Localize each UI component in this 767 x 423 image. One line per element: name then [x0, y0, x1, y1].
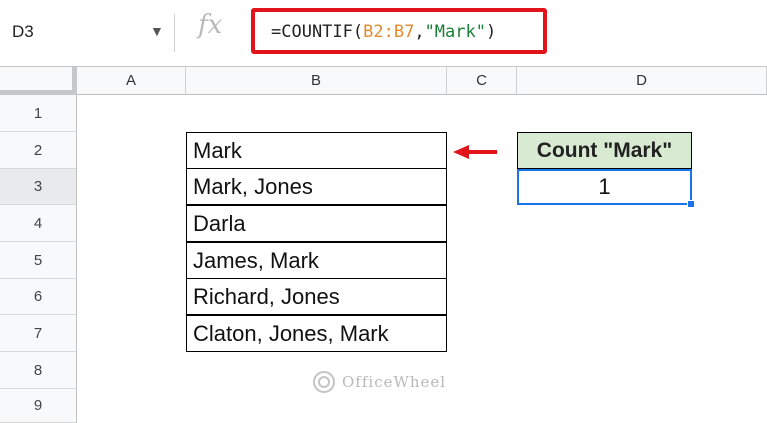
cell-d2-count-header[interactable]: Count "Mark"	[517, 132, 692, 169]
cell-b2[interactable]: Mark	[186, 132, 447, 169]
row-header-8[interactable]: 8	[0, 352, 77, 389]
watermark: OfficeWheel	[312, 370, 446, 394]
column-header-a[interactable]: A	[77, 67, 186, 95]
name-box[interactable]: D3 ▼	[0, 14, 175, 52]
dropdown-caret-icon[interactable]: ▼	[150, 23, 164, 39]
row-header-7[interactable]: 7	[0, 315, 77, 352]
officewheel-logo-icon	[313, 371, 335, 393]
formula-text: =COUNTIF(B2:B7,"Mark")	[271, 22, 496, 42]
formula-bar: D3 ▼ fx =COUNTIF(B2:B7,"Mark")	[0, 0, 767, 67]
formula-prefix: =COUNTIF(	[271, 22, 364, 42]
cell-b3[interactable]: Mark, Jones	[186, 168, 447, 205]
formula-criteria: "Mark"	[424, 22, 486, 42]
row-header-9[interactable]: 9	[0, 389, 77, 423]
column-header-b[interactable]: B	[186, 67, 447, 95]
fill-handle[interactable]	[687, 200, 695, 208]
row-header-3[interactable]: 3	[0, 169, 77, 205]
watermark-text: OfficeWheel	[342, 373, 447, 391]
select-all-corner[interactable]	[0, 67, 77, 95]
cell-b5[interactable]: James, Mark	[186, 242, 447, 279]
formula-comma: ,	[414, 22, 425, 42]
row-header-5[interactable]: 5	[0, 242, 77, 279]
cell-d3-count-value[interactable]: 1	[517, 169, 692, 205]
name-box-value: D3	[12, 22, 34, 41]
formula-suffix: )	[485, 22, 497, 42]
fx-icon: fx	[198, 10, 223, 40]
cell-b4[interactable]: Darla	[186, 205, 447, 242]
formula-range: B2:B7	[363, 22, 415, 42]
column-header-c[interactable]: C	[447, 67, 517, 95]
row-header-1[interactable]: 1	[0, 95, 77, 132]
arrow-left-icon	[453, 145, 497, 159]
formula-input[interactable]: =COUNTIF(B2:B7,"Mark")	[251, 8, 547, 54]
row-header-6[interactable]: 6	[0, 279, 77, 315]
row-header-4[interactable]: 4	[0, 205, 77, 242]
cell-b6[interactable]: Richard, Jones	[186, 278, 447, 315]
row-header-2[interactable]: 2	[0, 132, 77, 169]
column-header-d[interactable]: D	[517, 67, 767, 95]
cell-b7[interactable]: Claton, Jones, Mark	[186, 315, 447, 352]
